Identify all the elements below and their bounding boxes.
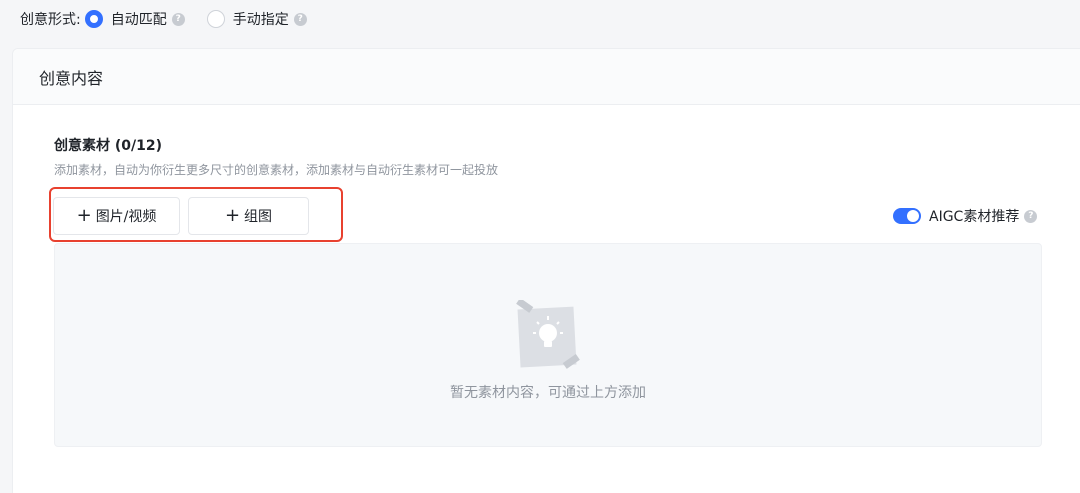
aigc-recommend: AIGC素材推荐 ? bbox=[893, 205, 1038, 227]
section-description: 添加素材，自动为你衍生更多尺寸的创意素材，添加素材与自动衍生素材可一起投放 bbox=[54, 163, 499, 177]
radio-manual-indicator[interactable] bbox=[206, 10, 225, 28]
section-title: 创意素材 (0/12) bbox=[54, 138, 163, 154]
radio-auto-indicator[interactable] bbox=[84, 10, 103, 28]
add-group-label: 组图 bbox=[244, 209, 273, 225]
plus-icon: + bbox=[224, 205, 241, 226]
help-icon[interactable]: ? bbox=[171, 12, 185, 26]
radio-manual-label: 手动指定 bbox=[232, 12, 289, 28]
creative-content-card: 创意内容 创意素材 (0/12) 添加素材，自动为你衍生更多尺寸的创意素材，添加… bbox=[12, 48, 1080, 493]
add-media-button[interactable]: + 图片/视频 bbox=[53, 197, 180, 235]
plus-icon: + bbox=[76, 205, 92, 226]
help-icon[interactable]: ? bbox=[1024, 209, 1038, 223]
help-icon[interactable]: ? bbox=[293, 12, 307, 26]
aigc-label: AIGC素材推荐 bbox=[929, 209, 1020, 225]
creative-form-label: 创意形式: bbox=[20, 12, 81, 28]
lightbulb-icon bbox=[516, 300, 580, 369]
radio-auto-label: 自动匹配 bbox=[110, 12, 167, 28]
empty-material-area: 暂无素材内容，可通过上方添加 bbox=[54, 243, 1042, 447]
card-title: 创意内容 bbox=[39, 68, 104, 88]
card-header: 创意内容 bbox=[13, 49, 1080, 105]
empty-text: 暂无素材内容，可通过上方添加 bbox=[450, 385, 646, 401]
add-group-button[interactable]: + 组图 bbox=[188, 197, 309, 235]
radio-option-auto[interactable]: 自动匹配 ? bbox=[84, 9, 185, 29]
add-media-label: 图片/视频 bbox=[95, 209, 157, 225]
aigc-toggle[interactable] bbox=[893, 208, 921, 224]
creative-form-row: 创意形式: 自动匹配 ? 手动指定 ? bbox=[20, 8, 329, 30]
radio-option-manual[interactable]: 手动指定 ? bbox=[206, 9, 307, 29]
